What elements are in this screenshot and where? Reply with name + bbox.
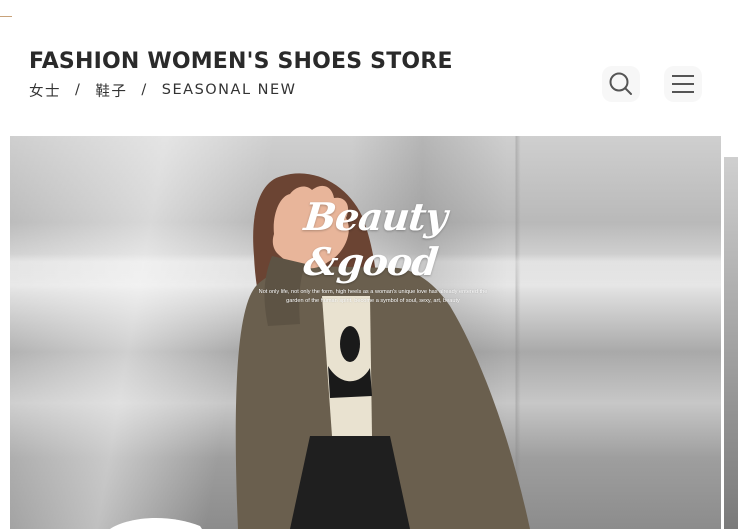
- hero-banner[interactable]: Beauty &good Not only life, not only the…: [10, 136, 721, 529]
- subtitle-seasonal-new: SEASONAL NEW: [161, 82, 297, 98]
- menu-button[interactable]: [664, 66, 702, 102]
- menu-icon: [672, 75, 694, 93]
- subtitle-separator: /: [75, 82, 82, 98]
- banner-title: Beauty &good: [301, 194, 449, 284]
- banner-text: Beauty &good Not only life, not only the…: [238, 194, 508, 306]
- subtitle-shoes: 鞋子: [95, 83, 128, 100]
- store-title: FASHION WOMEN'S SHOES STORE: [29, 49, 453, 74]
- store-header: FASHION WOMEN'S SHOES STORE 女士 / 鞋子 / SE…: [0, 0, 750, 130]
- store-subtitle: 女士 / 鞋子 / SEASONAL NEW: [29, 80, 296, 100]
- subtitle-separator: /: [141, 82, 148, 98]
- search-button[interactable]: [602, 66, 640, 102]
- banner-description-line: garden of the human spirit, become a sym…: [286, 298, 460, 304]
- subtitle-women: 女士: [29, 83, 61, 100]
- banner-description: Not only life, not only the form, high h…: [238, 288, 508, 306]
- search-icon: [609, 72, 632, 95]
- banner-description-line: Not only life, not only the form, high h…: [258, 289, 488, 295]
- next-banner-edge: [724, 157, 738, 529]
- page: FASHION WOMEN'S SHOES STORE 女士 / 鞋子 / SE…: [0, 0, 750, 529]
